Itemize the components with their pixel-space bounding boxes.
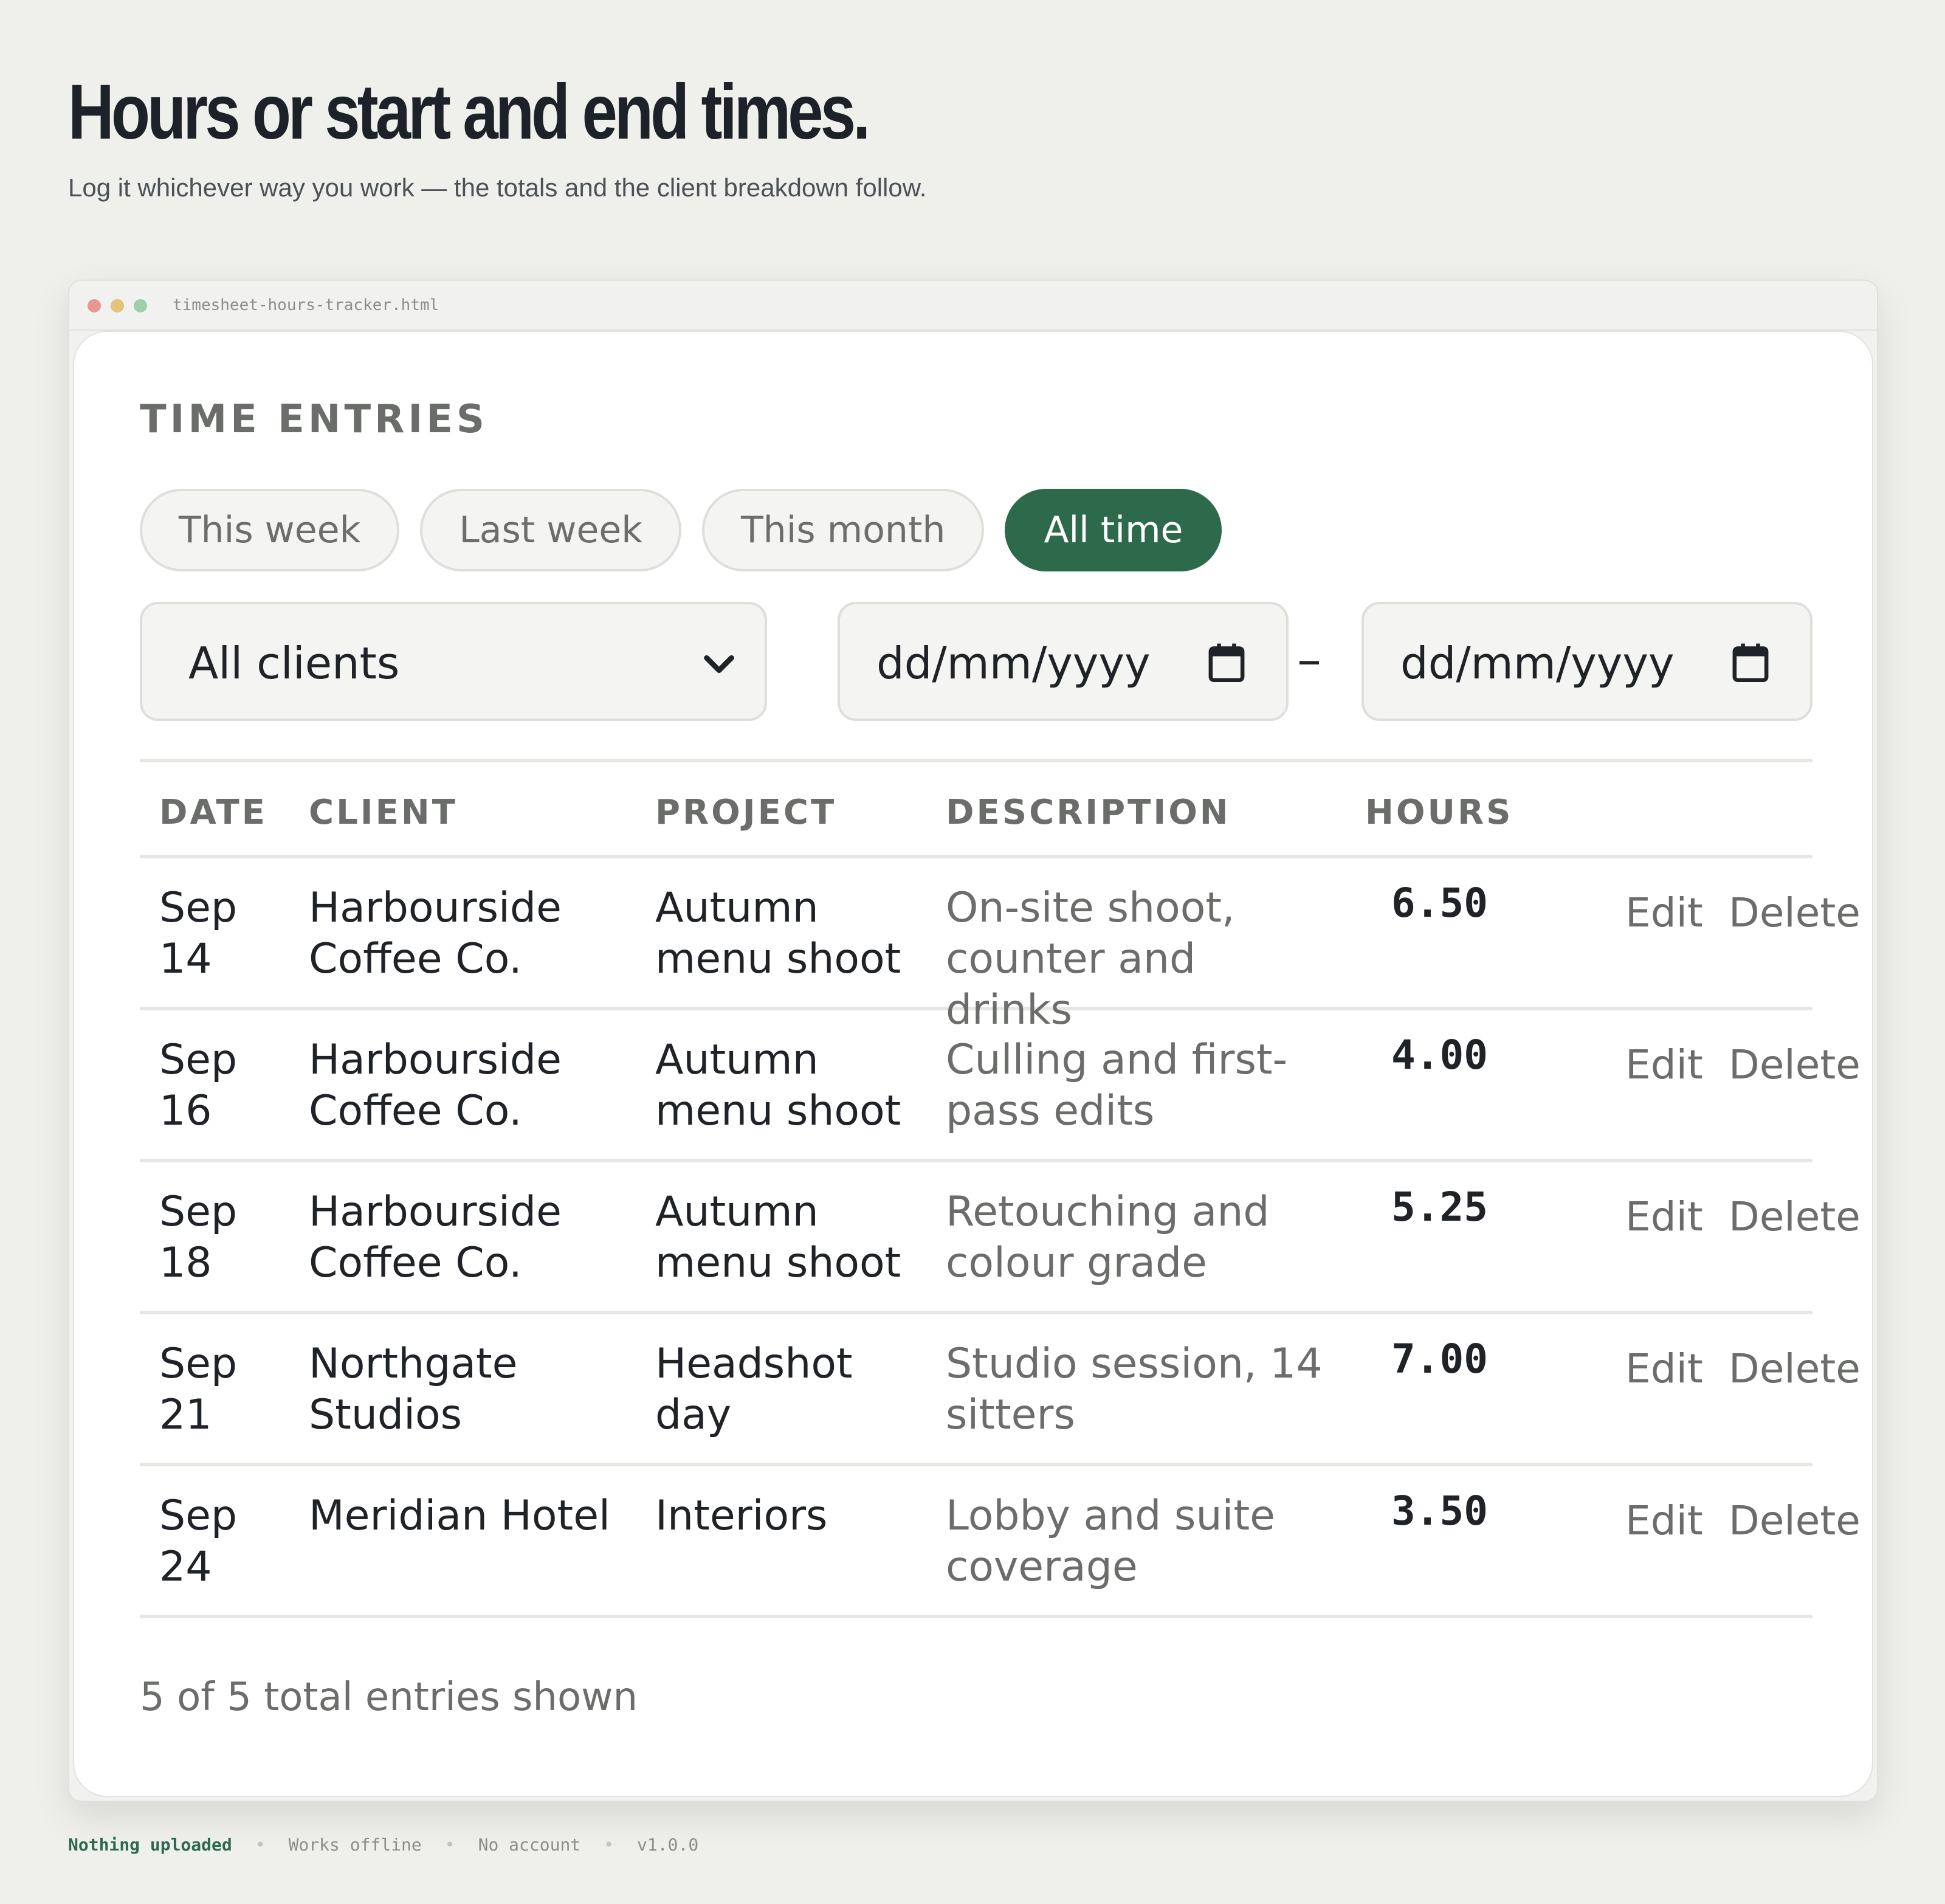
period-chip-this-month[interactable]: This month (702, 489, 985, 571)
table-row: Sep 14 Harbourside Coffee Co. Autumn men… (140, 855, 1861, 1034)
footer-version: v1.0.0 (637, 1835, 699, 1855)
entry-date: Sep 14 (159, 884, 238, 983)
date-to-placeholder: dd/mm/yyyy (1400, 638, 1675, 689)
entry-hours: 5.25 (1391, 1184, 1488, 1230)
entry-client: Harbourside Coffee Co. (309, 1036, 562, 1135)
time-entries-card: TIME ENTRIES This week Last week This mo… (73, 331, 1873, 1797)
date-from-placeholder: dd/mm/yyyy (876, 638, 1151, 689)
app-window: timesheet-hours-tracker.html TIME ENTRIE… (68, 280, 1878, 1802)
entry-project: Autumn menu shoot (655, 1036, 901, 1135)
entry-date: Sep 24 (159, 1492, 238, 1591)
delete-button[interactable]: Delete (1729, 1040, 1861, 1091)
entry-hours: 4.00 (1391, 1032, 1488, 1078)
entry-client: Harbourside Coffee Co. (309, 1188, 562, 1287)
entry-description: Retouching and colour grade (946, 1188, 1270, 1287)
hero: Hours or start and end times. Log it whi… (68, 67, 980, 207)
entry-client: Harbourside Coffee Co. (309, 884, 562, 983)
filters-row: All clients dd/mm/yyyy – dd/mm/yyyy (140, 602, 1812, 721)
delete-button[interactable]: Delete (1729, 1495, 1861, 1547)
column-header-hours: HOURS (1365, 793, 1513, 832)
entry-project: Autumn menu shoot (655, 1188, 901, 1287)
entry-hours: 3.50 (1391, 1488, 1488, 1534)
page-subtitle: Log it whichever way you work — the tota… (68, 173, 927, 202)
delete-button[interactable]: Delete (1729, 1343, 1861, 1395)
footer-works-offline: Works offline (288, 1835, 422, 1855)
delete-button[interactable]: Delete (1729, 888, 1861, 939)
column-header-project: PROJECT (655, 793, 837, 832)
column-header-client: CLIENT (309, 793, 458, 832)
client-select-value: All clients (188, 638, 400, 689)
entry-project: Interiors (655, 1492, 828, 1540)
period-chip-this-week[interactable]: This week (140, 489, 400, 571)
entry-description: Studio session, 14 sitters (946, 1340, 1323, 1439)
entry-client: Northgate Studios (309, 1340, 518, 1439)
entry-date: Sep 16 (159, 1036, 238, 1135)
minimize-dot-icon (111, 299, 124, 312)
edit-button[interactable]: Edit (1625, 1040, 1703, 1091)
table-row: Sep 21 Northgate Studios Headshot day St… (140, 1314, 1861, 1466)
entry-date: Sep 18 (159, 1188, 238, 1287)
period-chip-all-time[interactable]: All time (1005, 489, 1222, 571)
table-body: Sep 14 Harbourside Coffee Co. Autumn men… (140, 855, 1861, 1618)
date-from-input[interactable]: dd/mm/yyyy (838, 602, 1289, 721)
entry-date: Sep 21 (159, 1340, 238, 1439)
entry-hours: 6.50 (1391, 880, 1488, 926)
entries-table: DATE CLIENT PROJECT DESCRIPTION HOURS Se… (140, 759, 1861, 1618)
footer-separator: • (444, 1835, 455, 1855)
chevron-down-icon (704, 655, 734, 674)
calendar-icon[interactable] (1731, 642, 1770, 683)
footer-separator: • (255, 1835, 266, 1855)
table-header: DATE CLIENT PROJECT DESCRIPTION HOURS (140, 762, 1812, 855)
date-to-input[interactable]: dd/mm/yyyy (1362, 602, 1812, 721)
entries-count: 5 of 5 total entries shown (140, 1675, 638, 1720)
footer: Nothing uploaded • Works offline • No ac… (68, 1830, 698, 1860)
table-row: Sep 24 Meridian Hotel Interiors Lobby an… (140, 1466, 1861, 1618)
footer-separator: • (604, 1835, 614, 1855)
edit-button[interactable]: Edit (1625, 1495, 1703, 1547)
client-select[interactable]: All clients (140, 602, 767, 721)
maximize-dot-icon (134, 299, 147, 312)
page-title: Hours or start and end times. (68, 69, 870, 156)
table-row: Sep 18 Harbourside Coffee Co. Autumn men… (140, 1162, 1861, 1314)
entry-project: Headshot day (655, 1340, 853, 1439)
entry-hours: 7.00 (1391, 1336, 1488, 1382)
window-titlebar: timesheet-hours-tracker.html (69, 281, 1877, 331)
section-title: TIME ENTRIES (140, 397, 488, 442)
entry-description: Culling and first-pass edits (946, 1036, 1288, 1135)
close-dot-icon (88, 299, 101, 312)
edit-button[interactable]: Edit (1625, 1192, 1703, 1243)
footer-no-account: No account (478, 1835, 581, 1855)
edit-button[interactable]: Edit (1625, 888, 1703, 939)
period-chip-last-week[interactable]: Last week (420, 489, 682, 571)
table-row: Sep 16 Harbourside Coffee Co. Autumn men… (140, 1010, 1861, 1162)
column-header-date: DATE (159, 793, 267, 832)
entry-client: Meridian Hotel (309, 1492, 610, 1540)
calendar-icon[interactable] (1207, 642, 1246, 683)
edit-button[interactable]: Edit (1625, 1343, 1703, 1395)
footer-nothing-uploaded: Nothing uploaded (68, 1835, 232, 1855)
entry-project: Autumn menu shoot (655, 884, 901, 983)
delete-button[interactable]: Delete (1729, 1192, 1861, 1243)
date-range-separator: – (1297, 631, 1321, 688)
column-header-description: DESCRIPTION (946, 793, 1231, 832)
entry-description: Lobby and suite coverage (946, 1492, 1275, 1591)
period-filter: This week Last week This month All time (140, 489, 1222, 571)
window-filename: timesheet-hours-tracker.html (173, 296, 439, 314)
